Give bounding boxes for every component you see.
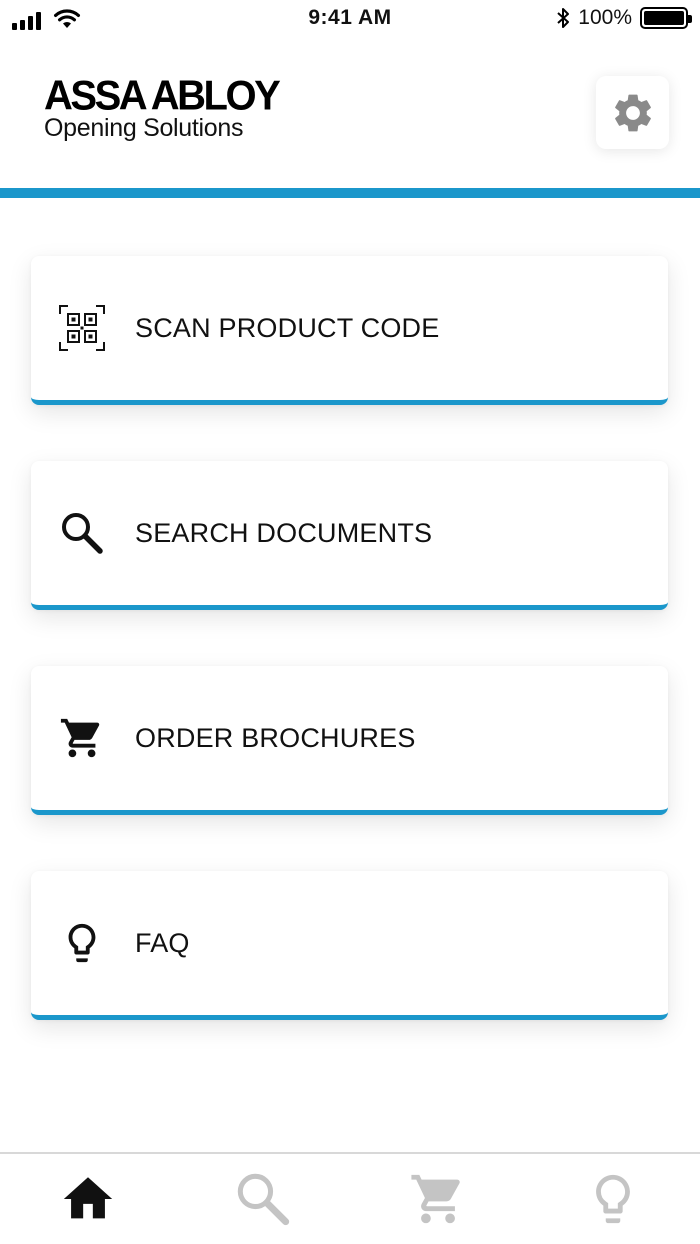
lightbulb-icon [595,1174,630,1224]
battery-fill [644,11,684,25]
header-divider [0,188,700,198]
search-documents-label: SEARCH DOCUMENTS [135,517,433,548]
status-right: 100% [556,6,692,30]
tab-search[interactable] [175,1154,350,1244]
tab-bar [0,1152,700,1244]
status-bar: 9:41 AM 100% [0,0,700,40]
home-icon [63,1177,112,1219]
tab-cart[interactable] [350,1154,525,1244]
tab-home[interactable] [0,1154,175,1244]
search-icon [57,508,107,558]
lightbulb-icon [57,918,107,968]
cart-icon [410,1174,460,1224]
faq-button[interactable]: FAQ [31,871,668,1020]
bluetooth-icon [557,8,570,28]
brand-name: ASSA ABLOY [44,72,281,120]
gear-icon [614,94,651,131]
scan-product-code-button[interactable]: SCAN PRODUCT CODE [31,256,668,405]
app-header: ASSA ABLOY Opening Solutions [0,40,700,188]
search-icon [237,1173,289,1226]
battery-icon [640,7,692,29]
search-documents-button[interactable]: SEARCH DOCUMENTS [31,461,668,610]
order-brochures-label: ORDER BROCHURES [135,722,416,753]
brand-logo: ASSA ABLOY Opening Solutions [44,72,281,143]
battery-percent: 100% [578,6,632,29]
order-brochures-button[interactable]: ORDER BROCHURES [31,666,668,815]
main-menu: SCAN PRODUCT CODE SEARCH DOCUMENTS ORDER… [31,256,668,1076]
cart-icon [57,713,107,763]
settings-button[interactable] [596,76,669,149]
qr-code-icon [57,303,107,353]
tab-faq[interactable] [525,1154,700,1244]
scan-product-code-label: SCAN PRODUCT CODE [135,312,440,343]
faq-label: FAQ [135,927,190,958]
